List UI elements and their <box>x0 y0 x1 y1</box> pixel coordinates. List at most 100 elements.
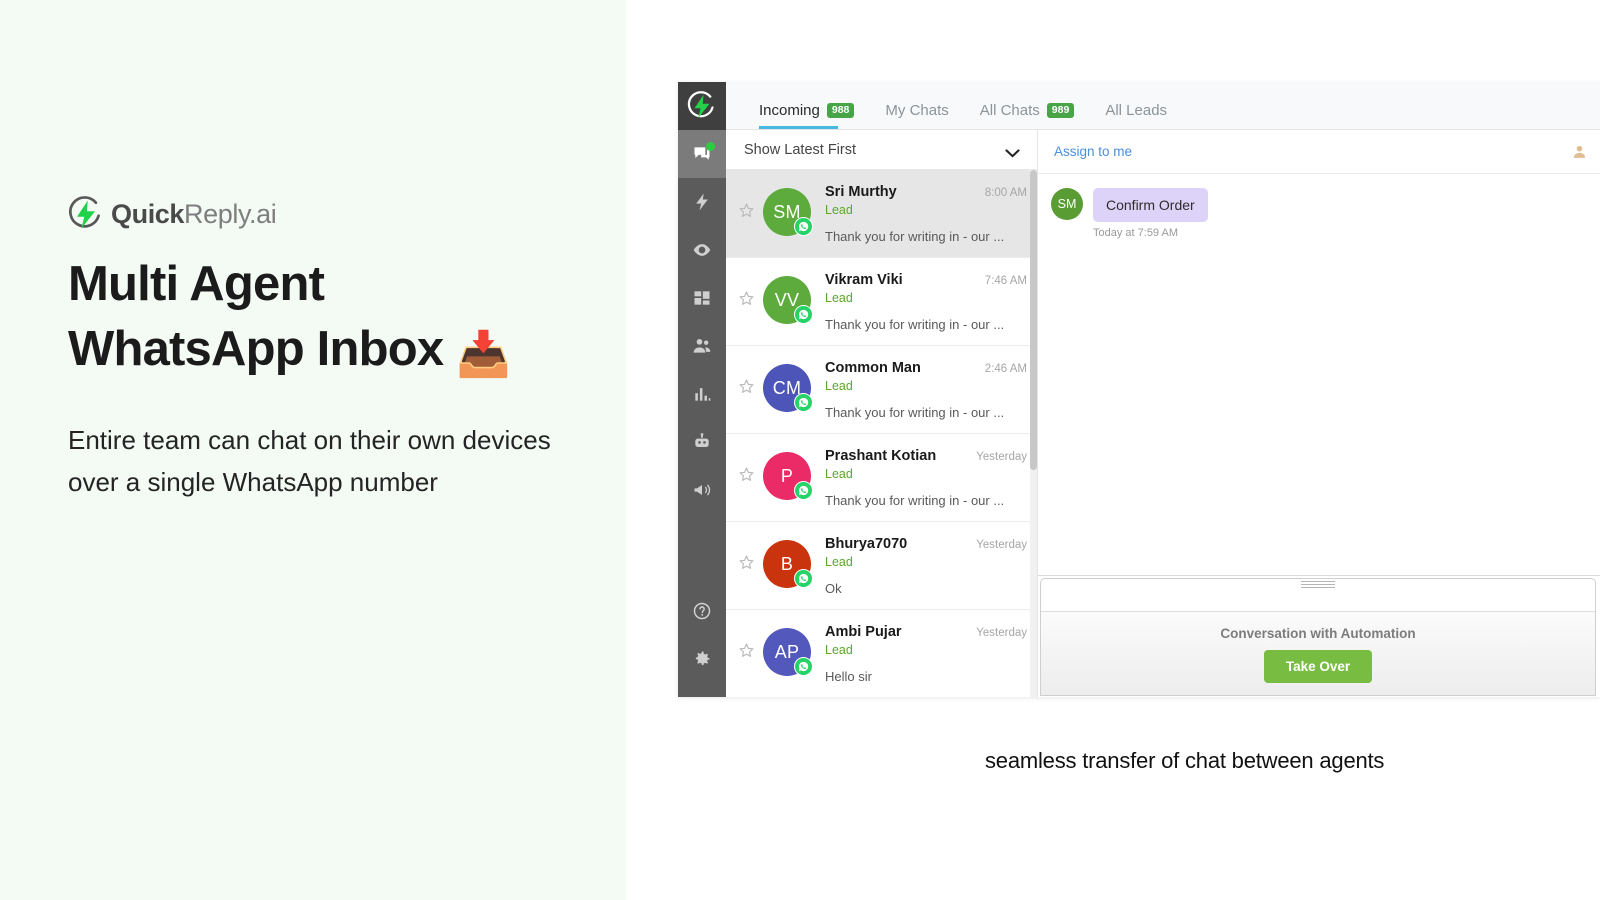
sidebar-item-chats[interactable] <box>678 130 726 178</box>
tab-bar: Incoming 988 My Chats All Chats 989 All … <box>726 82 1600 130</box>
hero-subcopy: Entire team can chat on their own device… <box>68 425 551 497</box>
chat-list[interactable]: SM Sri Murthy 8:00 AM Lead Thank you for wri… <box>726 170 1037 697</box>
status-badge: Lead <box>825 379 853 393</box>
tab-all-leads[interactable]: All Leads <box>1105 102 1167 129</box>
assign-to-me-link[interactable]: Assign to me <box>1054 144 1132 159</box>
sidebar-item-help[interactable] <box>678 587 726 635</box>
chat-timestamp: 8:00 AM <box>984 187 1027 199</box>
sidebar-logo[interactable] <box>678 82 726 130</box>
help-icon <box>693 602 711 620</box>
headline-line-1: Multi Agent <box>68 257 325 311</box>
tab-all-leads-label: All Leads <box>1105 102 1168 119</box>
chat-item-row: Bhurya7070 Yesterday <box>825 536 1027 552</box>
page-root: QuickReply.ai Multi Agent WhatsApp Inbox… <box>0 0 1600 900</box>
whatsapp-icon <box>794 657 813 676</box>
message-preview: Thank you for writing in - our ... <box>825 317 1005 332</box>
message-preview: Thank you for writing in - our ... <box>825 405 1005 420</box>
message-preview: Thank you for writing in - our ... <box>825 493 1005 508</box>
sidebar-item-automations[interactable] <box>678 178 726 226</box>
chat-item-meta: Ambi Pujar Yesterday Lead Hello sir <box>825 622 1027 684</box>
contact-name: Ambi Pujar <box>825 624 902 640</box>
chat-list-panel: Show Latest First SM Sri Murthy 8:00 AM Lea… <box>726 130 1038 697</box>
sidebar-item-analytics[interactable] <box>678 370 726 418</box>
star-icon[interactable] <box>738 378 755 395</box>
composer-resize-handle[interactable] <box>1301 581 1335 588</box>
chat-item-meta: Common Man 2:46 AM Lead Thank you for writi… <box>825 358 1027 420</box>
whatsapp-icon <box>794 481 813 500</box>
composer-inner: Conversation with Automation Take Over <box>1040 578 1596 696</box>
gear-icon <box>695 651 710 666</box>
chat-item-meta: Prashant Kotian Yesterday Lead Thank you fo… <box>825 446 1027 508</box>
people-icon <box>693 339 711 353</box>
star-icon[interactable] <box>738 554 755 571</box>
assign-user-icon[interactable] <box>1571 143 1588 160</box>
app-window: Incoming 988 My Chats All Chats 989 All … <box>678 82 1600 697</box>
status-badge: Lead <box>825 555 853 569</box>
star-icon[interactable] <box>738 290 755 307</box>
chat-timestamp: 2:46 AM <box>984 363 1027 375</box>
robot-icon <box>695 433 709 447</box>
avatar: VV <box>763 276 813 324</box>
sidebar-item-settings[interactable] <box>678 635 726 683</box>
tab-incoming-badge: 988 <box>826 102 855 119</box>
avatar: SM <box>763 188 813 236</box>
chat-list-item[interactable]: CM Common Man 2:46 AM Lead Thank you for wri… <box>726 346 1037 434</box>
take-over-button[interactable]: Take Over <box>1263 649 1373 683</box>
star-icon[interactable] <box>738 642 755 659</box>
chat-list-item[interactable]: VV Vikram Viki 7:46 AM Lead Thank you for wr… <box>726 258 1037 346</box>
bar-chart-icon <box>695 388 711 401</box>
brand-logo: QuickReply.ai <box>68 196 277 232</box>
avatar: B <box>763 540 813 588</box>
avatar: CM <box>763 364 813 412</box>
sidebar-item-broadcast[interactable] <box>678 466 726 514</box>
tab-all-chats-label: All Chats <box>979 102 1040 119</box>
status-badge: Lead <box>825 643 853 657</box>
sidebar-item-monitor[interactable] <box>678 226 726 274</box>
chat-timestamp: Yesterday <box>976 627 1027 639</box>
inbox-tray-icon: 📥 <box>456 329 511 379</box>
tab-incoming[interactable]: Incoming 988 <box>759 102 855 129</box>
chat-list-item[interactable]: P Prashant Kotian Yesterday Lead Thank you f… <box>726 434 1037 522</box>
eye-icon <box>693 244 711 256</box>
tab-my-chats[interactable]: My Chats <box>885 102 948 129</box>
chat-item-meta: Bhurya7070 Yesterday Lead Ok <box>825 534 1027 596</box>
sidebar-item-dashboard[interactable] <box>678 274 726 322</box>
chat-item-meta: Sri Murthy 8:00 AM Lead Thank you for writi… <box>825 182 1027 244</box>
avatar: P <box>763 452 813 500</box>
chat-list-item[interactable]: AP Ambi Pujar Yesterday Lead Hello sir <box>726 610 1037 697</box>
brand-logo-text: QuickReply.ai <box>111 198 277 230</box>
status-badge: Lead <box>825 467 853 481</box>
hero-panel: QuickReply.ai Multi Agent WhatsApp Inbox… <box>0 0 626 900</box>
chevron-down-icon <box>1005 145 1020 158</box>
brand-logo-bold: Quick <box>111 198 185 229</box>
message-preview: Ok <box>825 581 842 596</box>
chat-timestamp: Yesterday <box>976 539 1027 551</box>
sidebar-item-contacts[interactable] <box>678 322 726 370</box>
star-icon[interactable] <box>738 466 755 483</box>
chat-item-row: Vikram Viki 7:46 AM <box>825 272 1027 288</box>
megaphone-icon <box>694 484 711 496</box>
unread-dot <box>706 142 715 151</box>
tab-incoming-label: Incoming <box>759 102 820 119</box>
whatsapp-icon <box>794 217 813 236</box>
tab-all-chats[interactable]: All Chats 989 <box>980 102 1075 129</box>
star-icon[interactable] <box>738 202 755 219</box>
chat-list-item[interactable]: B Bhurya7070 Yesterday Lead Ok <box>726 522 1037 610</box>
sort-dropdown-label: Show Latest First <box>744 141 857 158</box>
grid-icon <box>694 291 710 305</box>
chat-timestamp: 7:46 AM <box>984 275 1027 287</box>
sidebar-item-bot[interactable] <box>678 418 726 466</box>
status-badge: Lead <box>825 203 853 217</box>
chat-item-row: Common Man 2:46 AM <box>825 360 1027 376</box>
sort-dropdown[interactable]: Show Latest First <box>726 130 1037 170</box>
message-preview: Thank you for writing in - our ... <box>825 229 1005 244</box>
avatar: AP <box>763 628 813 676</box>
chat-list-scrollbar[interactable] <box>1030 170 1037 697</box>
sidebar-rail <box>678 82 726 697</box>
scrollbar-thumb[interactable] <box>1030 170 1037 470</box>
chat-list-item[interactable]: SM Sri Murthy 8:00 AM Lead Thank you for wri… <box>726 170 1037 258</box>
contact-name: Common Man <box>825 360 921 376</box>
lightning-circle-icon <box>68 196 104 232</box>
tab-all-chats-badge: 989 <box>1046 102 1075 119</box>
status-badge: Lead <box>825 291 853 305</box>
